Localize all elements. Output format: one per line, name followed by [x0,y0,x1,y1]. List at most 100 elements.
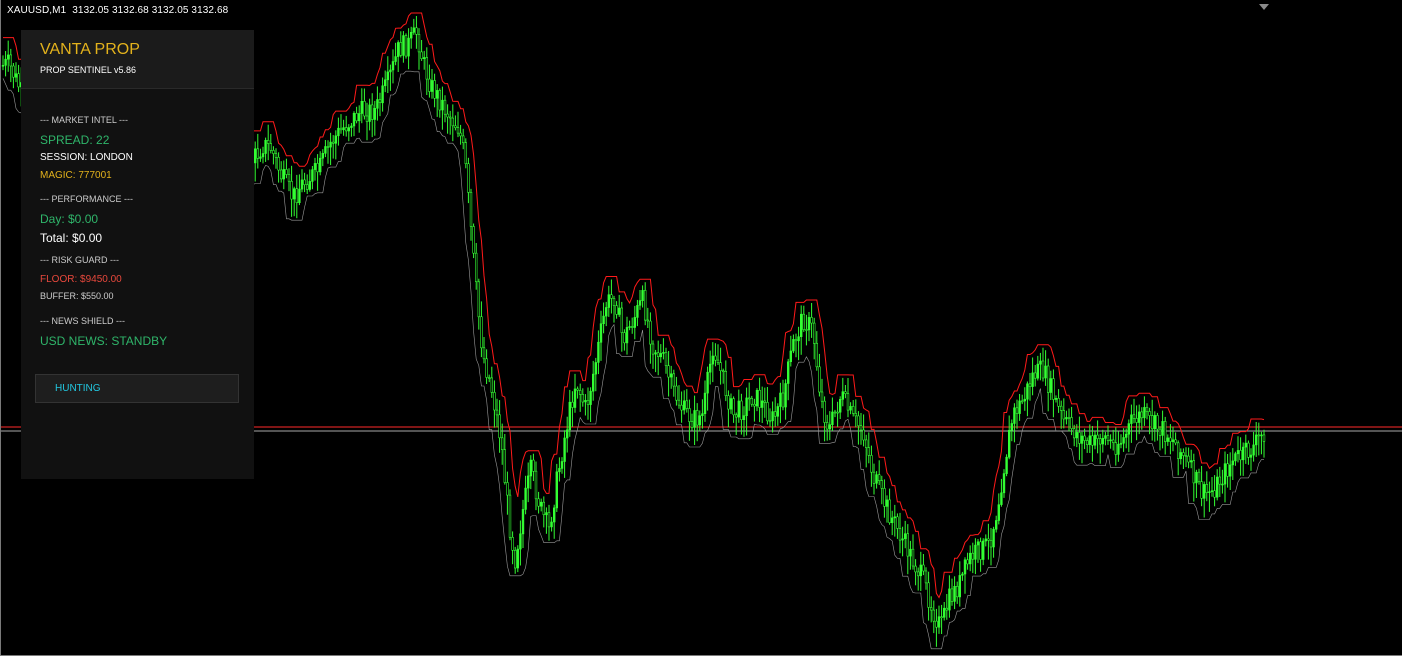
candle-body [727,395,730,410]
candle-body [261,153,265,158]
candle-body [799,313,803,338]
candle-body [724,370,728,396]
candle-body [487,377,491,379]
candle-body [877,474,881,482]
candle-body [1171,439,1175,442]
candle-body [446,113,449,118]
candle-body [363,101,366,117]
candle-body [581,394,585,403]
panel-header: VANTA PROP PROP SENTINEL v5.86 [21,30,254,89]
candle-body [259,156,262,159]
candle-body [1213,490,1216,498]
candle-body [1148,411,1151,416]
candle-body [477,281,480,318]
chart-shift-triangle-icon[interactable] [1259,4,1269,10]
candle-body [1031,372,1034,387]
candle-body [968,552,972,565]
candle-body [888,499,891,523]
candle-body [1153,415,1157,430]
candle-body [1007,429,1011,458]
candle-body [636,305,639,318]
candle-body [326,146,330,148]
candle-body [1161,421,1164,436]
candle-body [417,33,421,53]
candle-body [807,317,811,331]
candle-body [274,153,278,158]
candle-body [409,31,413,39]
candle-body [1231,460,1235,466]
candle-body [1106,435,1110,441]
candle-body [924,570,928,584]
ea-dashboard-panel: VANTA PROP PROP SENTINEL v5.86 --- MARKE… [21,30,254,479]
status-label: HUNTING [55,383,101,394]
candle-body [415,27,418,35]
candle-body [1229,464,1232,477]
candle-body [664,352,668,366]
candle-body [758,389,761,408]
candle-body [597,341,600,363]
trading-terminal-window: XAUUSD,M1 3132.05 3132.68 3132.05 3132.68… [0,0,1402,656]
candle-body [883,488,886,507]
candle-body [786,361,790,384]
candle-body [584,399,587,403]
candle-body [357,113,361,122]
spread-value: SPREAD: 22 [40,133,110,147]
candle-body [386,71,389,81]
candle-body [1164,421,1167,442]
candle-body [781,392,785,408]
candle-body [1041,360,1045,379]
candle-body [690,421,694,428]
candle-body [1184,455,1188,457]
candle-body [308,181,311,190]
candle-body [612,297,616,306]
candle-body [1208,491,1211,494]
candle-body [729,398,733,410]
candle-body [266,140,270,144]
candle-body [1026,383,1029,400]
candle-body [1109,439,1112,442]
candle-body [1002,473,1006,494]
candle-body [383,79,387,87]
candle-body [329,141,332,148]
candle-body [898,528,902,541]
candle-body [513,549,517,569]
candle-body [948,588,951,611]
candle-body [17,73,20,88]
candle-body [669,373,673,378]
candle-body [708,363,712,373]
price-chart-area[interactable]: XAUUSD,M1 3132.05 3132.68 3132.05 3132.68… [0,0,1402,656]
candle-body [919,564,923,577]
candle-body [1151,415,1154,430]
candle-body [784,383,787,408]
candle-body [1145,407,1149,412]
candle-body [256,148,259,159]
candle-body [571,401,574,408]
candle-body [269,143,272,151]
candle-body [438,90,441,111]
candle-body [399,42,402,56]
candle-body [802,313,806,330]
candle-body [472,226,475,254]
candle-body [747,397,751,400]
candle-body [1249,454,1253,458]
candle-body [14,73,18,78]
candle-body [482,347,486,360]
candle-body [617,307,621,315]
candle-body [695,410,699,426]
candle-body [550,521,553,528]
candle-body [425,57,428,80]
candle-body [292,188,296,200]
status-button[interactable]: HUNTING [35,374,239,403]
candle-body [344,127,348,132]
candle-body [773,411,777,417]
candle-body [526,475,530,489]
candle-body [909,548,912,557]
performance-header: --- PERFORMANCE --- [40,194,133,204]
candle-body [1080,435,1084,444]
candle-body [1221,483,1224,486]
candle-body [1244,442,1248,448]
candle-body [1039,360,1042,365]
candle-body [350,125,353,128]
candle-body [615,305,618,315]
candle-body [4,58,7,66]
